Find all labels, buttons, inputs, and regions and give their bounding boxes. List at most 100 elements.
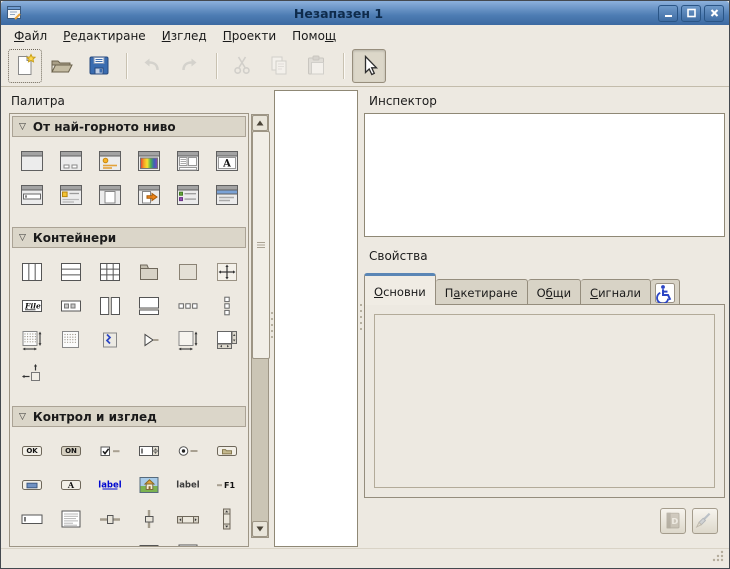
inspector-tree[interactable]: [364, 113, 725, 237]
palette-item[interactable]: [90, 290, 129, 324]
cut-button[interactable]: [225, 49, 259, 83]
palette-item[interactable]: [90, 256, 129, 290]
palette-item[interactable]: [168, 145, 207, 179]
save-button[interactable]: [82, 49, 116, 83]
palette-item[interactable]: OK: [12, 435, 51, 469]
palette-item[interactable]: [12, 179, 51, 213]
check-button-icon: [97, 439, 123, 466]
combo-box-entry-icon: [58, 541, 84, 548]
inspector-title: Инспектор: [369, 94, 437, 108]
file-chooser-dialog-icon: [175, 149, 201, 176]
palette-item[interactable]: [129, 256, 168, 290]
palette-item[interactable]: [12, 145, 51, 179]
paned-grip-icon: [270, 310, 274, 343]
palette-item[interactable]: [51, 290, 90, 324]
selector-button[interactable]: [352, 49, 386, 83]
palette-item[interactable]: [207, 324, 246, 358]
palette-item[interactable]: [12, 537, 51, 547]
design-canvas[interactable]: [274, 90, 358, 547]
palette-item[interactable]: [168, 537, 207, 547]
paste-button[interactable]: [299, 49, 333, 83]
redo-button[interactable]: [172, 49, 206, 83]
palette-item[interactable]: label: [90, 469, 129, 503]
menu-edit[interactable]: Редактиране: [55, 27, 154, 45]
documentation-button[interactable]: D: [660, 508, 686, 534]
menu-projects[interactable]: Проекти: [215, 27, 284, 45]
tab-packing[interactable]: Пакетиране: [436, 279, 528, 304]
palette-item[interactable]: [129, 503, 168, 537]
palette-item[interactable]: [129, 179, 168, 213]
palette-item[interactable]: [51, 537, 90, 547]
menu-file[interactable]: Файл: [6, 27, 55, 45]
svg-text:File: File: [24, 301, 41, 310]
palette-scrollbar[interactable]: [251, 114, 269, 538]
palette-item[interactable]: [168, 324, 207, 358]
palette-item[interactable]: [168, 256, 207, 290]
palette-section-toplevel[interactable]: ▽ От най-горното ниво: [12, 116, 246, 137]
palette-item[interactable]: [207, 503, 246, 537]
palette-item[interactable]: F1: [207, 469, 246, 503]
open-button[interactable]: [45, 49, 79, 83]
tab-accessibility[interactable]: [651, 279, 680, 304]
palette-item[interactable]: [207, 290, 246, 324]
palette-item[interactable]: [207, 256, 246, 290]
palette-item[interactable]: [90, 537, 129, 547]
palette-item[interactable]: [90, 179, 129, 213]
copy-button[interactable]: [262, 49, 296, 83]
palette-item[interactable]: [129, 469, 168, 503]
palette-item[interactable]: [129, 435, 168, 469]
palette-item[interactable]: [129, 537, 168, 547]
label-icon: label: [175, 473, 201, 500]
palette-item[interactable]: [129, 324, 168, 358]
palette-item[interactable]: [12, 503, 51, 537]
edit-button[interactable]: [692, 508, 718, 534]
thumb-grip-icon: [256, 238, 266, 252]
palette-item[interactable]: A: [207, 145, 246, 179]
palette-item[interactable]: [168, 503, 207, 537]
palette-item[interactable]: [207, 435, 246, 469]
palette-item[interactable]: [90, 145, 129, 179]
svg-text:A: A: [66, 479, 74, 489]
tab-general[interactable]: Основни: [364, 273, 436, 305]
resize-grip[interactable]: [711, 549, 725, 566]
undo-button[interactable]: [135, 49, 169, 83]
scrollbar-thumb[interactable]: [252, 131, 270, 359]
assistant-icon: [136, 183, 162, 210]
palette-item[interactable]: [168, 290, 207, 324]
palette-item[interactable]: [129, 290, 168, 324]
new-button[interactable]: [8, 49, 42, 83]
accel-label-icon: F1: [214, 473, 240, 500]
palette-item[interactable]: [207, 537, 246, 547]
palette-item[interactable]: [129, 145, 168, 179]
palette-item[interactable]: [168, 179, 207, 213]
palette-item[interactable]: [12, 358, 51, 392]
palette-item[interactable]: [12, 256, 51, 290]
palette-item[interactable]: label: [168, 469, 207, 503]
palette-item[interactable]: [51, 145, 90, 179]
palette-item[interactable]: [51, 324, 90, 358]
palette-item[interactable]: [51, 179, 90, 213]
palette-item[interactable]: [168, 435, 207, 469]
tab-signals[interactable]: Сигнали: [581, 279, 651, 304]
scroll-down-button[interactable]: [252, 521, 268, 537]
close-button[interactable]: [704, 5, 724, 22]
scroll-up-button[interactable]: [252, 115, 268, 131]
palette-item[interactable]: File: [12, 290, 51, 324]
palette-item[interactable]: [207, 179, 246, 213]
palette-item[interactable]: ON: [51, 435, 90, 469]
palette-item[interactable]: [12, 324, 51, 358]
palette-item[interactable]: [90, 503, 129, 537]
tab-common[interactable]: Общи: [528, 279, 581, 304]
menu-view[interactable]: Изглед: [154, 27, 215, 45]
maximize-button[interactable]: [681, 5, 701, 22]
menu-help[interactable]: Помощ: [284, 27, 344, 45]
palette-item[interactable]: [90, 324, 129, 358]
palette-section-containers[interactable]: ▽ Контейнери: [12, 227, 246, 248]
palette-section-controls[interactable]: ▽ Контрол и изглед: [12, 406, 246, 427]
palette-item[interactable]: [12, 469, 51, 503]
palette-item[interactable]: [51, 503, 90, 537]
minimize-button[interactable]: [658, 5, 678, 22]
palette-item[interactable]: [51, 256, 90, 290]
palette-item[interactable]: [90, 435, 129, 469]
palette-item[interactable]: A: [51, 469, 90, 503]
